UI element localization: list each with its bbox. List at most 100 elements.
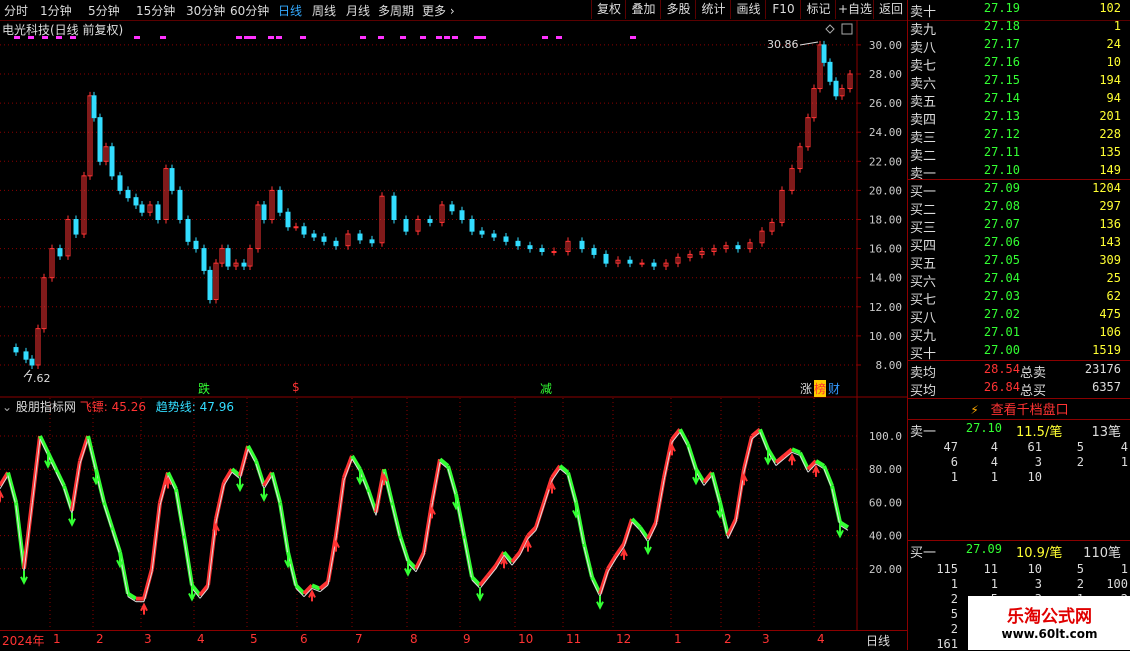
ask-level-label: 卖四: [910, 113, 937, 128]
back-button[interactable]: 返回: [873, 0, 908, 19]
period-1min[interactable]: 1分钟: [40, 2, 72, 19]
stats-button[interactable]: 统计: [695, 0, 731, 19]
indicator-line-segment: [446, 465, 458, 495]
indicator-toggle-icon[interactable]: ⌄: [2, 400, 12, 414]
price-tick-label: 8.00: [876, 359, 903, 372]
bid-row[interactable]: 买七 27.03 62: [908, 289, 1130, 308]
candle-body: [117, 175, 123, 191]
period-multi[interactable]: 多周期: [378, 2, 414, 19]
multi-stock-button[interactable]: 多股: [660, 0, 696, 19]
period-weekly[interactable]: 周线: [312, 2, 336, 19]
total-sell-value: 23176: [1084, 362, 1121, 376]
period-more[interactable]: 更多 ›: [422, 2, 455, 19]
ask-row[interactable]: 卖十 27.19 102: [908, 1, 1130, 20]
indicator-line-segment: [438, 457, 450, 468]
bid-row[interactable]: 买八 27.02 475: [908, 307, 1130, 326]
candle-body: [357, 233, 363, 241]
candle-body: [833, 80, 839, 97]
bid-price: 27.03: [983, 289, 1020, 303]
marker-reduce[interactable]: 减: [540, 380, 552, 397]
indicator-tick-label: 80.00: [869, 463, 902, 476]
indicator-line-segment: [678, 428, 690, 446]
ask-row[interactable]: 卖二 27.11 135: [908, 145, 1130, 164]
marker-dollar[interactable]: $: [292, 380, 300, 394]
event-marker: [480, 36, 486, 39]
queue-order-size: 1: [990, 470, 998, 484]
indicator-line-segment: [758, 428, 770, 451]
indicator-line-segment: [38, 435, 50, 454]
queue-order-size: 47: [943, 440, 958, 454]
ask-row[interactable]: 卖九 27.18 1: [908, 19, 1130, 38]
trend-line-segment: [655, 480, 665, 526]
sell-arrow-icon: [68, 512, 76, 527]
period-30min[interactable]: 30分钟: [186, 2, 225, 19]
buy-arrow-icon: [620, 547, 628, 560]
adjust-button[interactable]: 复权: [591, 0, 626, 19]
ask-row[interactable]: 卖五 27.14 94: [908, 91, 1130, 110]
ask-level-label: 卖八: [910, 41, 937, 56]
f10-button[interactable]: F10: [765, 0, 801, 19]
ask-price: 27.13: [983, 109, 1020, 123]
period-60min[interactable]: 60分钟: [230, 2, 269, 19]
indicator-line-segment: [830, 485, 842, 523]
price-tick-label: 20.00: [869, 184, 902, 197]
bid-row[interactable]: 买三 27.07 136: [908, 217, 1130, 236]
bid-price: 27.07: [983, 217, 1020, 231]
ask-price: 27.11: [983, 145, 1020, 159]
marker-fall[interactable]: 跌: [198, 380, 210, 397]
bid-row[interactable]: 买一 27.09 1204: [908, 181, 1130, 200]
trend-line-segment: [335, 480, 345, 539]
period-monthly[interactable]: 月线: [346, 2, 370, 19]
chart-title: 电光科技(日线 前复权): [2, 23, 124, 37]
marker-rank[interactable]: 榜: [814, 380, 827, 397]
ask-row[interactable]: 卖八 27.17 24: [908, 37, 1130, 56]
trend-line-segment: [215, 485, 225, 523]
date-label: 7: [355, 632, 363, 646]
period-15min[interactable]: 15分钟: [136, 2, 175, 19]
candle-body: [579, 240, 585, 250]
trend-line-segment: [287, 555, 297, 589]
indicator-line-segment: [102, 501, 114, 528]
ask-volume: 201: [1099, 109, 1121, 123]
view-level2-button[interactable]: ⚡ 查看千档盘口: [908, 399, 1130, 419]
marker-rise[interactable]: 涨: [800, 380, 812, 397]
indicator-line-segment: [318, 580, 330, 591]
buy-arrow-icon: [308, 589, 316, 602]
overlay-button[interactable]: 叠加: [625, 0, 661, 19]
panel-toggle-icon: [841, 23, 853, 35]
bid-row[interactable]: 买四 27.06 143: [908, 235, 1130, 254]
bid-row[interactable]: 买十 27.00 1519: [908, 343, 1130, 362]
min-price-label: 7.62: [26, 372, 51, 385]
period-5min[interactable]: 5分钟: [88, 2, 120, 19]
trend-line-segment: [23, 505, 33, 572]
ask-row[interactable]: 卖七 27.16 10: [908, 55, 1130, 74]
bid-level-label: 买七: [910, 293, 937, 308]
bid-row[interactable]: 买五 27.05 309: [908, 253, 1130, 272]
draw-button[interactable]: 画线: [730, 0, 766, 19]
bid-row[interactable]: 买九 27.01 106: [908, 325, 1130, 344]
indicator-tick-label: 100.0: [869, 430, 902, 443]
ask-row[interactable]: 卖四 27.13 201: [908, 109, 1130, 128]
period-fenshi[interactable]: 分时: [4, 2, 28, 19]
indicator-chart[interactable]: 100.0 80.00 60.00 40.00 20.00 ⌄ 股朋指标网 飞镖: 45…: [0, 398, 907, 630]
add-watchlist-button[interactable]: +自选: [835, 0, 874, 19]
max-price-label: 30.86: [767, 38, 799, 51]
bid-row[interactable]: 买二 27.08 297: [908, 199, 1130, 218]
sell-arrow-icon: [20, 570, 28, 586]
ask-row[interactable]: 卖三 27.12 228: [908, 127, 1130, 146]
l2-ask-label: 卖一: [910, 425, 937, 440]
candle-body: [177, 189, 183, 220]
ask-price: 27.10: [983, 163, 1020, 177]
bid-row[interactable]: 买六 27.04 25: [908, 271, 1130, 290]
mark-button[interactable]: 标记: [800, 0, 836, 19]
period-daily[interactable]: 日线: [278, 2, 302, 19]
bid-volume: 475: [1099, 307, 1121, 321]
price-chart[interactable]: 30.00 28.00 26.00 24.00 22.00 20.00 18.00 16.00…: [0, 20, 907, 398]
bid-price: 27.08: [983, 199, 1020, 213]
candle-body: [91, 95, 97, 119]
ask-row[interactable]: 卖六 27.15 194: [908, 73, 1130, 92]
marker-finance[interactable]: 财: [828, 380, 840, 397]
ask-volume: 102: [1099, 1, 1121, 15]
bid-volume: 1519: [1092, 343, 1121, 357]
date-axis: 2024年 1 2 3 4 5 6 7 8 9 10 11 12 1 2 3 4…: [0, 630, 907, 651]
